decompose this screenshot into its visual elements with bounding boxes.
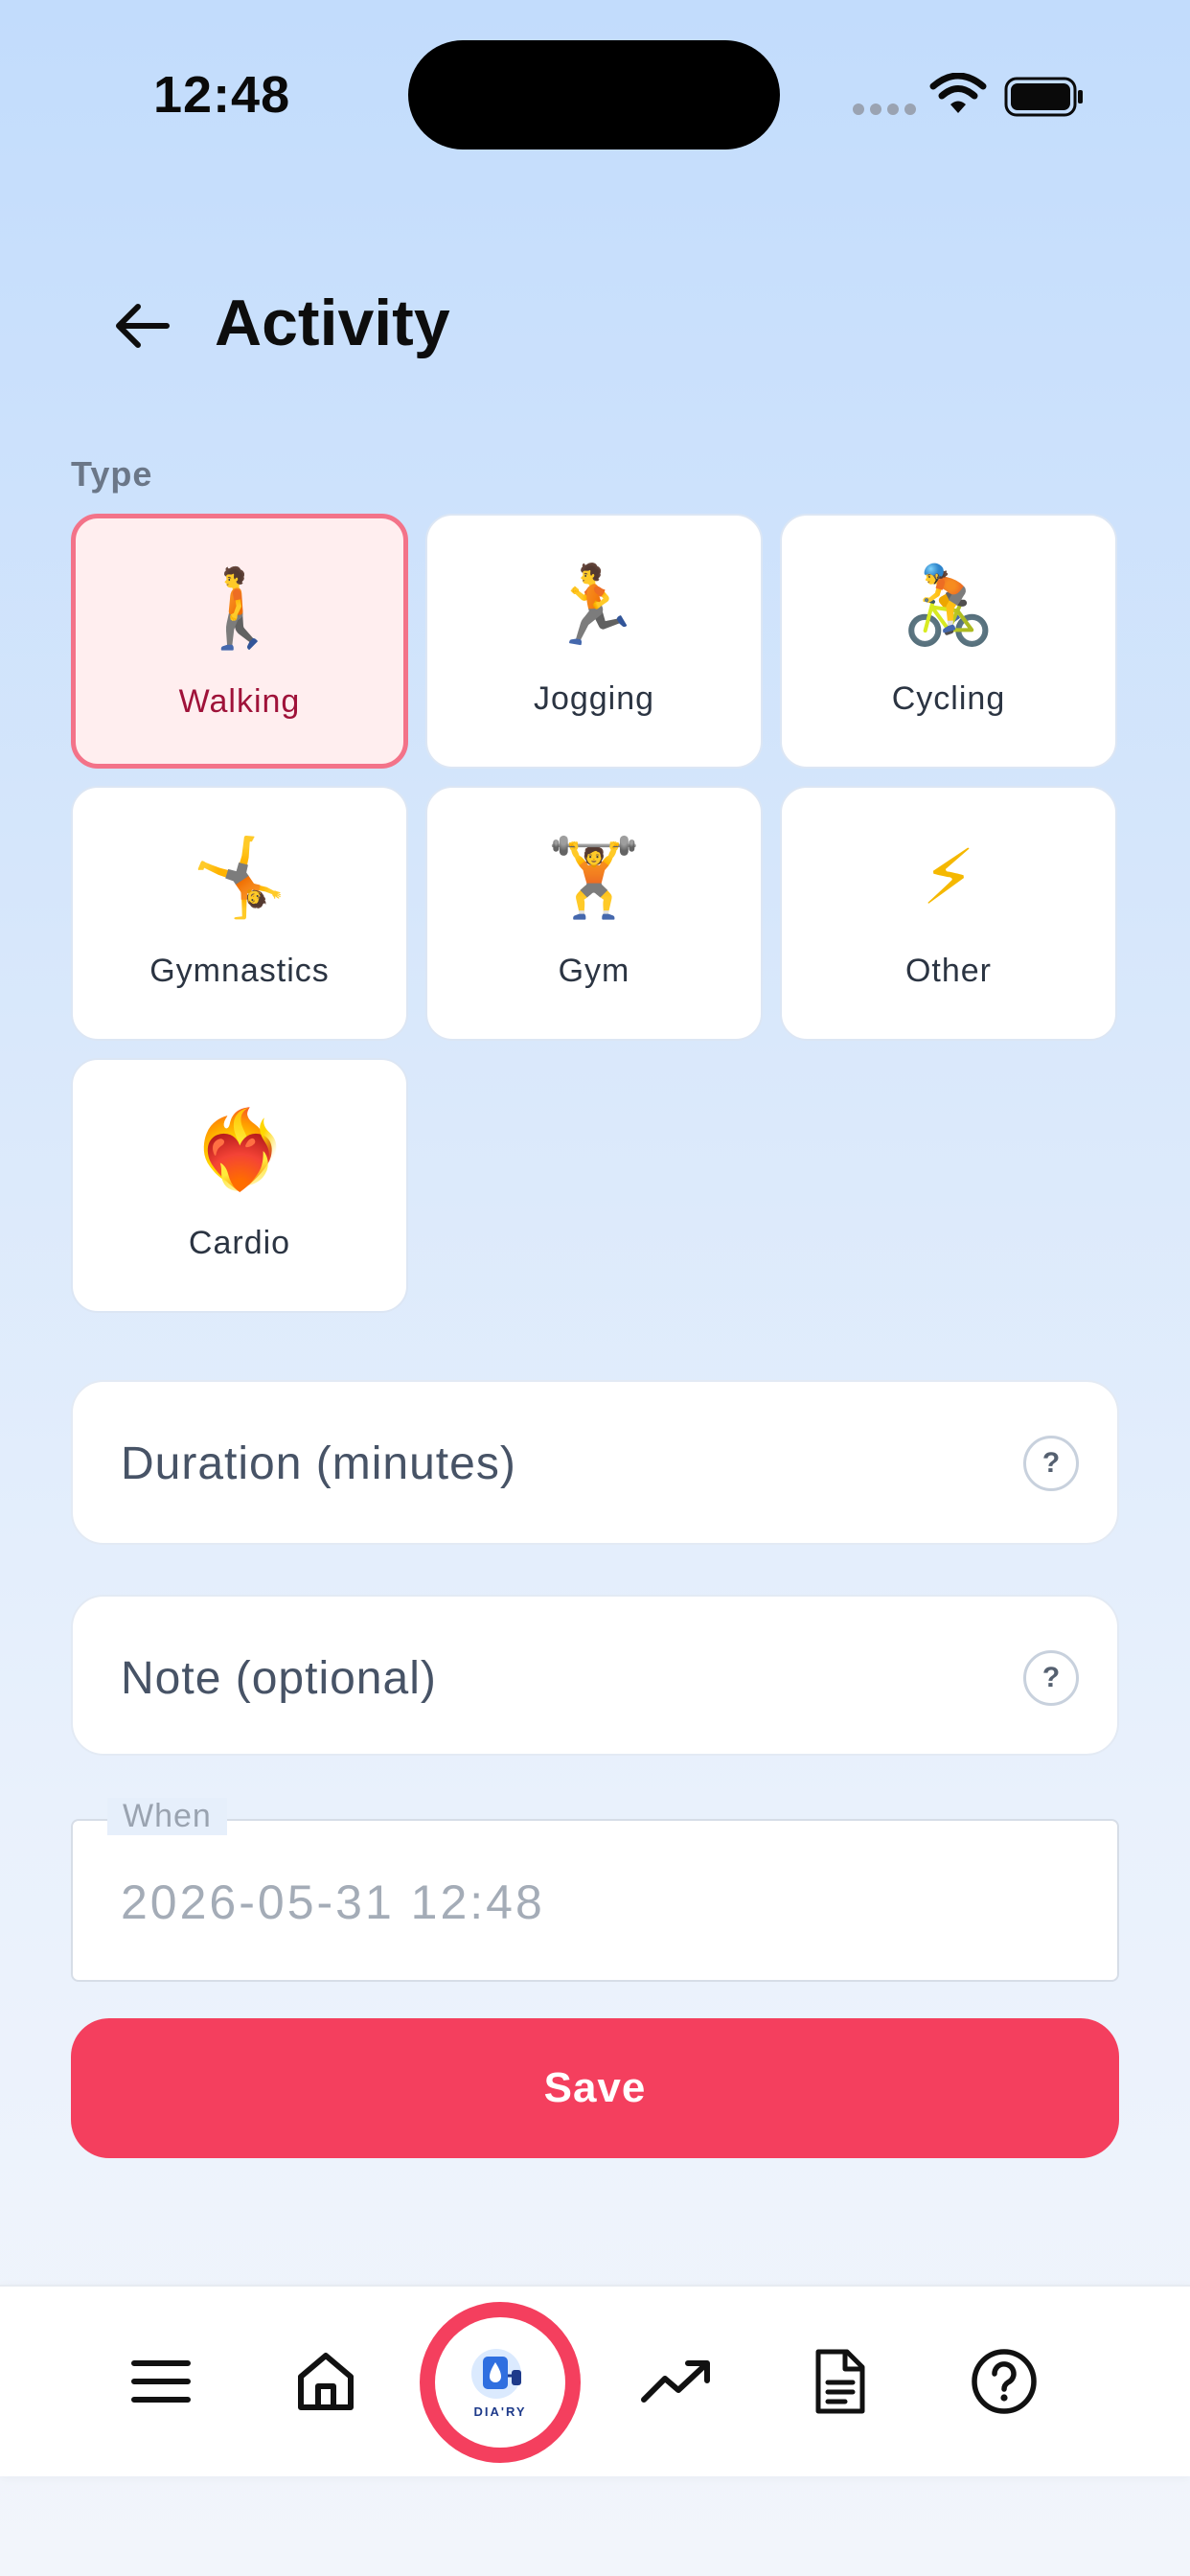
- walking-icon: 🚶: [192, 564, 287, 653]
- heart-on-fire-icon: ❤️‍🔥: [192, 1105, 287, 1194]
- diary-logo-text: DIA'RY: [473, 2404, 527, 2419]
- activity-type-walking[interactable]: 🚶 Walking: [71, 514, 408, 769]
- activity-type-label: Cardio: [188, 1225, 291, 1261]
- duration-help-button[interactable]: ?: [1023, 1436, 1079, 1491]
- document-icon: [815, 2349, 865, 2414]
- home-icon: [298, 2353, 354, 2410]
- when-datetime-field[interactable]: When 2026-05-31 12:48: [71, 1798, 1119, 1982]
- activity-type-gymnastics[interactable]: 🤸 Gymnastics: [71, 786, 408, 1041]
- activity-type-label: Gym: [558, 953, 630, 989]
- save-button[interactable]: Save: [71, 2018, 1119, 2158]
- activity-type-gym[interactable]: 🏋️ Gym: [425, 786, 763, 1041]
- dynamic-island: [408, 40, 780, 150]
- lightning-icon: ⚡: [921, 833, 976, 922]
- page-header: Activity: [0, 268, 1190, 383]
- type-section-label: Type: [71, 454, 153, 494]
- nav-home-button[interactable]: [268, 2287, 383, 2476]
- note-help-button[interactable]: ?: [1023, 1650, 1079, 1706]
- when-value: 2026-05-31 12:48: [121, 1875, 545, 1929]
- weightlifter-icon: 🏋️: [546, 833, 642, 922]
- trending-up-icon: [641, 2360, 710, 2403]
- activity-type-jogging[interactable]: 🏃 Jogging: [425, 514, 763, 769]
- activity-type-label: Jogging: [533, 680, 655, 717]
- note-input[interactable]: Note (optional) ?: [71, 1595, 1119, 1756]
- activity-type-label: Cycling: [891, 680, 1006, 717]
- arrow-left-icon: [116, 304, 170, 348]
- activity-type-label: Gymnastics: [149, 953, 330, 989]
- activity-type-cardio[interactable]: ❤️‍🔥 Cardio: [71, 1058, 408, 1313]
- signal-icon: [853, 104, 916, 115]
- bottom-nav: DIA'RY: [0, 2285, 1190, 2476]
- nav-trends-button[interactable]: [619, 2287, 734, 2476]
- cyclist-icon: 🚴: [901, 561, 996, 650]
- nav-reports-button[interactable]: [782, 2287, 897, 2476]
- when-label: When: [107, 1798, 227, 1835]
- activity-type-cycling[interactable]: 🚴 Cycling: [780, 514, 1117, 769]
- status-time: 12:48: [153, 66, 291, 124]
- menu-icon: [131, 2360, 191, 2403]
- battery-icon: [1004, 77, 1083, 117]
- back-button[interactable]: [103, 297, 180, 355]
- nav-help-button[interactable]: [947, 2287, 1062, 2476]
- activity-type-label: Walking: [178, 683, 301, 720]
- activity-type-label: Other: [904, 953, 993, 989]
- duration-placeholder: Duration (minutes): [121, 1438, 516, 1489]
- activity-type-other[interactable]: ⚡ Other: [780, 786, 1117, 1041]
- note-placeholder: Note (optional): [121, 1653, 437, 1704]
- nav-diary-button[interactable]: DIA'RY: [420, 2302, 581, 2463]
- diary-logo-icon: [471, 2348, 521, 2399]
- cartwheel-icon: 🤸: [192, 833, 287, 922]
- running-icon: 🏃: [546, 561, 642, 650]
- status-bar: 12:48: [0, 0, 1190, 192]
- page-title: Activity: [215, 287, 450, 359]
- nav-menu-button[interactable]: [103, 2287, 218, 2476]
- wifi-icon: [929, 73, 987, 113]
- help-circle-icon: [972, 2349, 1037, 2414]
- duration-input[interactable]: Duration (minutes) ?: [71, 1380, 1119, 1545]
